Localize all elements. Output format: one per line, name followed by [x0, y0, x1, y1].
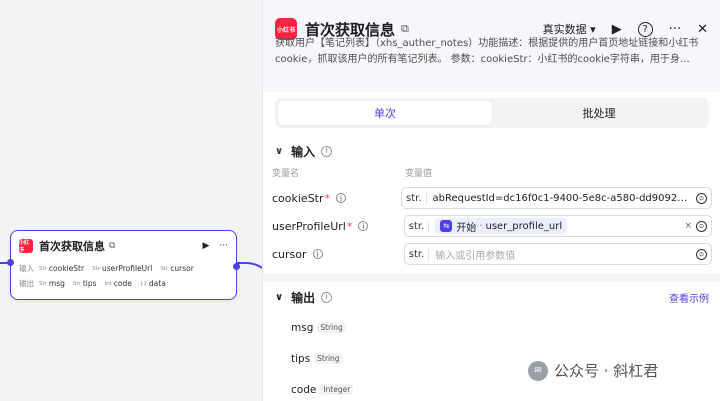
- run-icon[interactable]: ▶: [202, 241, 209, 251]
- node-output-chip: Str msg: [39, 279, 65, 288]
- variable-reference-chip[interactable]: ⇆ 开始 · user_profile_url: [435, 218, 568, 234]
- output-name: code: [291, 383, 317, 396]
- xiaohongshu-logo: 小红书: [19, 239, 33, 253]
- column-variable-name: 变量名: [272, 169, 300, 179]
- type-selector[interactable]: str.: [409, 220, 430, 232]
- node-output-chip: Str tips: [72, 279, 97, 288]
- view-example-link[interactable]: 查看示例: [669, 290, 709, 305]
- reference-picker-icon[interactable]: ⊙: [696, 220, 707, 232]
- close-icon[interactable]: ✕: [697, 22, 708, 37]
- cookiestr-input[interactable]: str. abRequestId=dc16f0c1-9400-5e8c-a580…: [401, 187, 712, 209]
- required-mark: *: [346, 219, 353, 233]
- input-row-userprofileurl: userProfileUrl * i str. ⇆ 开始 · user_prof…: [263, 212, 720, 240]
- input-row-cursor: cursor i str. 输入或引用参数值 ⊙: [263, 240, 720, 268]
- document-icon[interactable]: ⧉: [401, 22, 409, 36]
- type-selector[interactable]: str.: [406, 192, 427, 204]
- clear-icon[interactable]: ×: [684, 221, 692, 231]
- chevron-down-icon: ▾: [590, 23, 596, 36]
- reference-picker-icon[interactable]: ⊙: [696, 192, 707, 204]
- mode-tabs: 单次 批处理: [263, 92, 720, 136]
- output-name: msg: [291, 321, 314, 334]
- output-type: Integer: [320, 384, 354, 395]
- help-icon[interactable]: ?: [637, 21, 653, 37]
- node-settings-panel: 小红书 首次获取信息 ⧉ 真实数据 ▾ ▶ ? ··· ✕ 获取用户【笔记列表】…: [262, 0, 720, 401]
- node-inputs-row: 输入 Str cookieStr Str userProfileUrl Str cur…: [11, 261, 236, 276]
- workflow-canvas[interactable]: 小红书 首次获取信息 ⧉ ▶ ··· 输入 Str cookieStr Str us…: [0, 0, 262, 401]
- node-input-chip: Str userProfileUrl: [92, 264, 153, 273]
- document-icon: ⧉: [109, 241, 116, 251]
- param-name: cookieStr: [272, 191, 324, 205]
- type-selector[interactable]: str.: [409, 248, 430, 260]
- watermark-text: 公众号 · 斜杠君: [554, 362, 659, 380]
- node-outputs-row: 输出 Str msg Str tips Int code {} data: [11, 276, 236, 291]
- data-mode-select[interactable]: 真实数据 ▾: [543, 21, 596, 37]
- output-section-header[interactable]: ∨ 输出 i 查看示例: [263, 282, 720, 312]
- input-section-title: 输入: [291, 144, 316, 159]
- wechat-icon: ✉: [528, 360, 548, 381]
- workflow-node[interactable]: 小红书 首次获取信息 ⧉ ▶ ··· 输入 Str cookieStr Str us…: [10, 230, 237, 300]
- output-section-title: 输出: [291, 290, 316, 305]
- cursor-placeholder[interactable]: 输入或引用参数值: [435, 247, 690, 262]
- watermark: ✉ 公众号 · 斜杠君: [528, 360, 658, 381]
- input-column-headers: 变量名 变量值: [263, 166, 720, 184]
- info-icon: i: [336, 193, 347, 203]
- required-mark: *: [324, 191, 331, 205]
- output-type: String: [314, 353, 343, 364]
- section-divider: [263, 274, 720, 282]
- tab-single[interactable]: 单次: [278, 101, 492, 125]
- node-input-chip: Str cursor: [160, 264, 194, 273]
- userprofileurl-input[interactable]: str. ⇆ 开始 · user_profile_url × ⊙: [403, 215, 712, 237]
- cursor-input[interactable]: str. 输入或引用参数值 ⊙: [403, 243, 712, 265]
- output-type: String: [317, 322, 346, 333]
- info-icon: i: [321, 145, 333, 157]
- cookiestr-value[interactable]: abRequestId=dc16f0c1-9400-5e8c-a580-dd90…: [433, 193, 690, 204]
- param-name: userProfileUrl: [272, 219, 346, 233]
- reference-picker-icon[interactable]: ⊙: [696, 248, 707, 260]
- output-name: tips: [291, 352, 311, 365]
- panel-header: 小红书 首次获取信息 ⧉ 真实数据 ▾ ▶ ? ··· ✕ 获取用户【笔记列表】…: [263, 0, 720, 90]
- node-input-chip: Str cookieStr: [39, 264, 85, 273]
- node-input-port[interactable]: [7, 259, 14, 266]
- column-variable-value: 变量值: [405, 169, 433, 179]
- info-icon: i: [312, 249, 323, 259]
- info-icon: i: [358, 221, 369, 231]
- node-output-chip: {} data: [139, 279, 166, 288]
- chevron-down-icon: ∨: [275, 291, 284, 303]
- more-icon[interactable]: ···: [669, 22, 681, 37]
- input-row-cookiestr: cookieStr * i str. abRequestId=dc16f0c1-…: [263, 184, 720, 212]
- info-icon: i: [321, 291, 333, 303]
- node-description: 获取用户【笔记列表】（xhs_auther_notes）功能描述：根据提供的用户…: [275, 38, 699, 65]
- more-icon[interactable]: ···: [219, 241, 228, 251]
- node-output-label: 输出: [19, 279, 34, 288]
- input-section-header[interactable]: ∨ 输入 i: [263, 136, 720, 166]
- param-name: cursor: [272, 247, 307, 261]
- chevron-down-icon: ∨: [275, 145, 284, 157]
- node-title: 首次获取信息: [39, 240, 105, 253]
- node-input-label: 输入: [19, 264, 34, 273]
- node-output-chip: Int code: [104, 279, 132, 288]
- outgoing-edge: [236, 262, 262, 401]
- run-icon[interactable]: ▶: [612, 22, 622, 37]
- tab-batch[interactable]: 批处理: [492, 101, 706, 125]
- node-output-port[interactable]: [233, 263, 240, 270]
- output-row: msg String: [263, 312, 720, 343]
- start-node-icon: ⇆: [440, 220, 453, 232]
